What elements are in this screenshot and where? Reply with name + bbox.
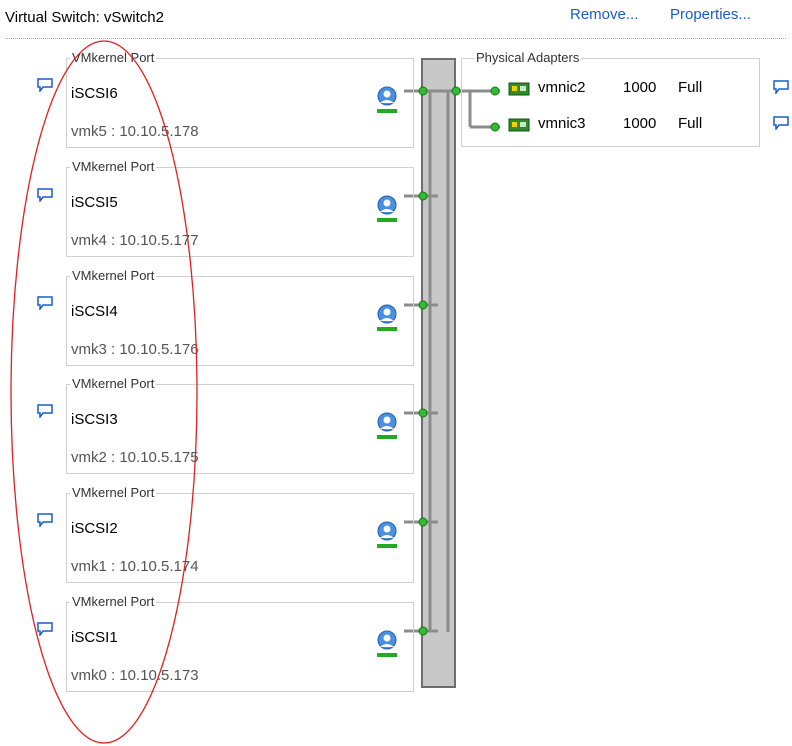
physical-adapters-box: Physical Adapters vmnic2 1000 Full vmnic… (461, 50, 760, 147)
vmkernel-port-iscsi3[interactable]: VMkernel Port iSCSI3 vmk2 : 10.10.5.175 (66, 376, 414, 474)
port-properties-bubble-icon[interactable] (37, 188, 53, 202)
vmkernel-globe-icon (377, 86, 397, 113)
nic-properties-bubble-icon[interactable] (773, 116, 789, 130)
network-card-icon (508, 118, 530, 132)
port-address: vmk5 : 10.10.5.178 (71, 123, 199, 140)
title-divider (5, 38, 786, 39)
vmkernel-port-iscsi1[interactable]: VMkernel Port iSCSI1 vmk0 : 10.10.5.173 (66, 594, 414, 692)
vmkernel-globe-icon (377, 521, 397, 548)
nic-name: vmnic3 (538, 115, 586, 132)
nic-duplex: Full (678, 79, 703, 96)
port-name: iSCSI3 (71, 411, 118, 428)
nic-duplex: Full (678, 115, 703, 132)
vmkernel-globe-icon (377, 630, 397, 657)
port-properties-bubble-icon[interactable] (37, 296, 53, 310)
port-legend: VMkernel Port (70, 594, 157, 610)
port-properties-bubble-icon[interactable] (37, 404, 53, 418)
port-name: iSCSI2 (71, 520, 118, 537)
port-legend: VMkernel Port (70, 50, 157, 66)
port-address: vmk2 : 10.10.5.175 (71, 449, 199, 466)
port-legend: VMkernel Port (70, 159, 157, 175)
port-name: iSCSI6 (71, 85, 118, 102)
port-legend: VMkernel Port (70, 268, 157, 284)
properties-link[interactable]: Properties... (670, 6, 751, 23)
physical-adapters-legend: Physical Adapters (474, 50, 582, 66)
vmkernel-globe-icon (377, 195, 397, 222)
vmkernel-port-iscsi4[interactable]: VMkernel Port iSCSI4 vmk3 : 10.10.5.176 (66, 268, 414, 366)
vswitch-bar (421, 58, 456, 688)
port-address: vmk1 : 10.10.5.174 (71, 558, 199, 575)
remove-link[interactable]: Remove... (570, 6, 638, 23)
port-address: vmk3 : 10.10.5.176 (71, 341, 199, 358)
vmkernel-globe-icon (377, 304, 397, 331)
port-name: iSCSI4 (71, 303, 118, 320)
vmkernel-port-iscsi2[interactable]: VMkernel Port iSCSI2 vmk1 : 10.10.5.174 (66, 485, 414, 583)
vmkernel-port-iscsi5[interactable]: VMkernel Port iSCSI5 vmk4 : 10.10.5.177 (66, 159, 414, 257)
nic-name: vmnic2 (538, 79, 586, 96)
port-properties-bubble-icon[interactable] (37, 622, 53, 636)
port-legend: VMkernel Port (70, 485, 157, 501)
port-address: vmk4 : 10.10.5.177 (71, 232, 199, 249)
port-legend: VMkernel Port (70, 376, 157, 392)
vmkernel-globe-icon (377, 412, 397, 439)
port-address: vmk0 : 10.10.5.173 (71, 667, 199, 684)
network-card-icon (508, 82, 530, 96)
nic-speed: 1000 (623, 115, 657, 132)
port-name: iSCSI5 (71, 194, 118, 211)
port-properties-bubble-icon[interactable] (37, 513, 53, 527)
port-properties-bubble-icon[interactable] (37, 78, 53, 92)
nic-speed: 1000 (623, 79, 657, 96)
vmkernel-port-iscsi6[interactable]: VMkernel Port iSCSI6 vmk5 : 10.10.5.178 (66, 50, 414, 148)
port-name: iSCSI1 (71, 629, 118, 646)
vswitch-title: Virtual Switch: vSwitch2 (5, 9, 164, 26)
nic-properties-bubble-icon[interactable] (773, 80, 789, 94)
